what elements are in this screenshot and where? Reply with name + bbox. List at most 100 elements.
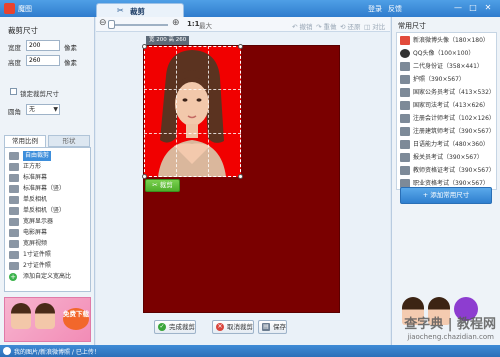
compare-label: 对比 (372, 23, 386, 31)
common-size-title: 常用尺寸 (398, 22, 426, 30)
workspace: ⊖ ⊕ 1:1 最大 ↶ 撤销 ↷ 重做 ⟲ 还原 ◫ 对比 宽 200 高 2… (96, 17, 390, 345)
plus-icon: + (9, 273, 17, 281)
photo-canvas[interactable]: 宽 200 高 260 ✂ 裁剪 (142, 36, 340, 313)
info-icon (3, 347, 11, 355)
preset-label: 标准屏幕（竖） (23, 185, 66, 192)
undo-label: 撤销 (299, 23, 313, 31)
preset-label: 单反相机 (23, 196, 48, 203)
close-button[interactable]: ✕ (482, 3, 494, 13)
undo-button[interactable]: ↶ 撤销 (292, 21, 313, 31)
redo-label: 重做 (323, 23, 337, 31)
crop-size-tag: 宽 200 高 260 (146, 36, 190, 45)
zoom-slider-thumb[interactable] (108, 20, 115, 29)
corner-label: 圆角 (8, 108, 21, 116)
width-unit: 像素 (64, 44, 77, 52)
preset-label: 添加自定义宽高比 (23, 273, 72, 280)
zoom-in-icon[interactable]: ⊕ (172, 18, 180, 28)
save-button[interactable]: ▤ 保存 (258, 320, 287, 334)
crop-handle-top-left[interactable] (142, 44, 147, 49)
passport-icon (400, 75, 410, 84)
id-photo-icon (9, 262, 19, 270)
tab-crop[interactable]: ✂ 裁剪 (96, 3, 184, 17)
id-photo-icon (400, 101, 410, 110)
grid-line (176, 46, 177, 177)
cancel-crop-button[interactable]: ✕ 取消裁剪 (212, 320, 254, 334)
id-card-icon (400, 62, 410, 71)
minimize-button[interactable]: — (452, 3, 464, 13)
compare-button[interactable]: ◫ 对比 (364, 21, 385, 31)
add-common-size-button[interactable]: + 添加常用尺寸 (400, 187, 492, 204)
preset-label: 电影屏幕 (23, 229, 48, 236)
finish-crop-button[interactable]: ✓ 完成裁剪 (154, 320, 196, 334)
zoom-max[interactable]: 最大 (199, 20, 212, 30)
size-label: 新浪微博头像（180×180） (413, 37, 489, 44)
login-link[interactable]: 登录 (368, 4, 382, 14)
id-photo-icon (400, 140, 410, 149)
crop-handle-top-right[interactable] (238, 44, 243, 49)
preset-label: 自由裁剪 (23, 151, 52, 161)
camera-icon (9, 196, 19, 204)
size-label: 二代身份证（358×441） (413, 63, 483, 70)
watermark-url: jiaocheng.chazidian.com (407, 333, 494, 341)
preset-tabs: 常用比例 形状 (4, 135, 91, 147)
grid-line (144, 133, 241, 134)
id-photo-icon (400, 166, 410, 175)
crop-button[interactable]: ✂ 裁剪 (145, 179, 180, 192)
zoom-slider[interactable] (110, 24, 168, 26)
lock-size-label: 锁定裁剪尺寸 (20, 90, 59, 98)
crop-handle-bottom-right[interactable] (238, 174, 243, 179)
size-label: 教师资格证考试（390×567） (413, 167, 495, 174)
zoom-out-icon[interactable]: ⊖ (99, 18, 107, 28)
app-name: 魔图 (18, 5, 32, 13)
width-label: 宽度 (8, 44, 21, 52)
status-text: 我的图片/新浪微博照 / 已上传！ (14, 349, 100, 356)
lock-size-checkbox[interactable] (10, 88, 17, 95)
crop-frame[interactable] (144, 46, 241, 177)
redo-button[interactable]: ↷ 重做 (316, 21, 337, 31)
save-icon: ▤ (262, 323, 270, 331)
maximize-button[interactable]: □ (467, 3, 479, 13)
ad-banner[interactable]: 免费下载 (4, 297, 91, 342)
ad-download-badge[interactable]: 免费下载 (63, 308, 89, 330)
cancel-icon: ✕ (216, 323, 224, 331)
id-photo-icon (400, 88, 410, 97)
width-input[interactable] (26, 40, 60, 51)
check-icon: ✓ (158, 323, 166, 331)
id-photo-icon (400, 153, 410, 162)
height-input[interactable] (26, 55, 60, 66)
preset-label: 宽屏视频 (23, 240, 48, 247)
app-logo-icon (4, 3, 15, 14)
preset-label: 标准屏幕 (23, 174, 48, 181)
id-photo-icon (9, 251, 19, 259)
title-bar: 魔图 ✂ 裁剪 登录 反馈 — □ ✕ (0, 0, 500, 17)
size-label: QQ头像（100×100） (413, 50, 475, 57)
weibo-icon (400, 36, 410, 45)
square-icon (9, 163, 19, 171)
height-unit: 像素 (64, 59, 77, 67)
movie-icon (9, 229, 19, 237)
id-photo-icon (400, 127, 410, 136)
watermark: 查字典 | 教程网 (404, 317, 496, 332)
grid-line (208, 46, 209, 177)
preset-label: 正方形 (23, 163, 42, 170)
corner-select-value: 无 (29, 106, 36, 113)
zoom-ratio[interactable]: 1:1 (187, 20, 200, 28)
wide-video-icon (9, 240, 19, 248)
free-crop-icon (9, 152, 19, 160)
cancel-crop-label: 取消裁剪 (227, 323, 253, 331)
screen-vertical-icon (9, 185, 19, 193)
tab-common-ratio[interactable]: 常用比例 (4, 135, 46, 147)
reset-button[interactable]: ⟲ 还原 (340, 21, 361, 31)
common-size-list: 新浪微博头像（180×180） QQ头像（100×100） 二代身份证（358×… (396, 32, 497, 190)
preset-label: 宽屏显示器 (23, 218, 54, 225)
preset-label: 单反相机（竖） (23, 207, 66, 214)
ad-face-image (35, 303, 55, 329)
action-bar: ✓ 完成裁剪 ✕ 取消裁剪 ▤ 保存 (96, 317, 390, 337)
corner-select[interactable]: 无 ▼ (26, 104, 60, 115)
left-panel: 裁剪尺寸 宽度 像素 高度 像素 锁定裁剪尺寸 圆角 无 ▼ 常用比例 形状 自… (0, 17, 95, 345)
screen-icon (9, 174, 19, 182)
photo (144, 46, 241, 177)
height-label: 高度 (8, 59, 21, 67)
tab-shape[interactable]: 形状 (48, 135, 90, 147)
feedback-link[interactable]: 反馈 (388, 4, 402, 14)
